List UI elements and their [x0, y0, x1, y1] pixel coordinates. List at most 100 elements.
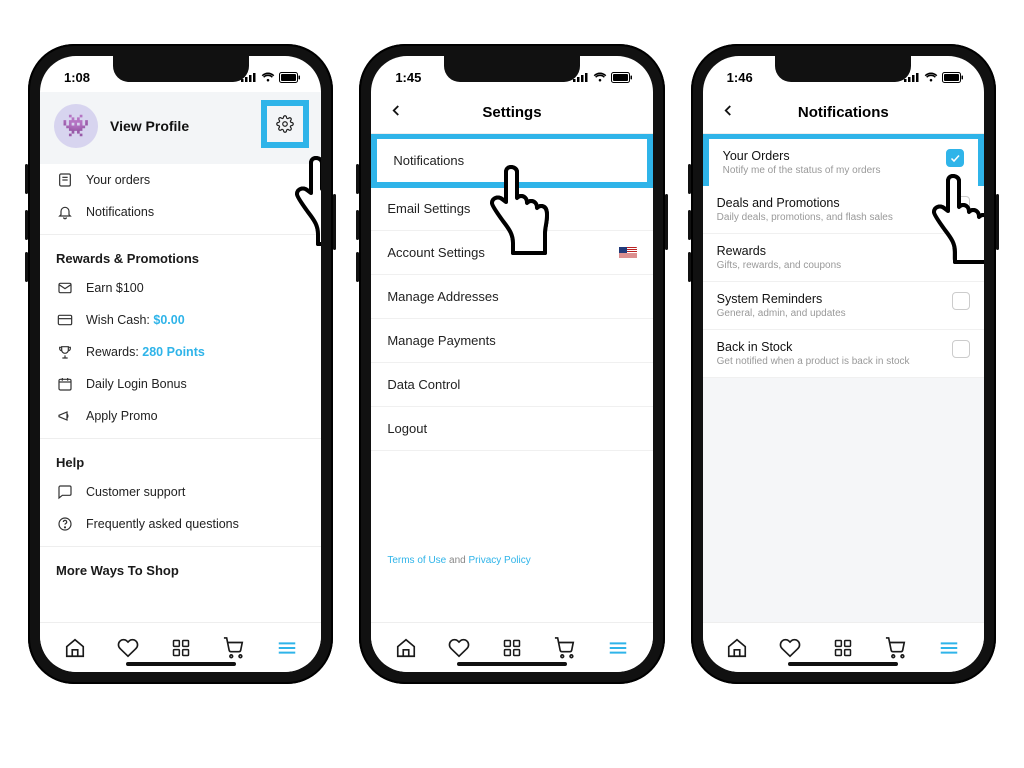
settings-row-account-settings[interactable]: Account Settings: [371, 231, 652, 275]
nav-cart-icon[interactable]: [884, 636, 908, 660]
nav-home-icon[interactable]: [725, 636, 749, 660]
menu-row[interactable]: Frequently asked questions: [40, 508, 321, 540]
section-rewards-title: Rewards & Promotions: [40, 237, 321, 272]
nav-menu-icon[interactable]: [937, 636, 961, 660]
menu-row-label: Your orders: [86, 173, 150, 187]
menu-row[interactable]: Customer support: [40, 476, 321, 508]
privacy-link[interactable]: Privacy Policy: [468, 555, 530, 566]
notch: [113, 56, 249, 82]
profile-header[interactable]: 👾 View Profile: [40, 92, 321, 164]
menu-row-label: Wish Cash: $0.00: [86, 313, 185, 327]
settings-row-logout[interactable]: Logout: [371, 407, 652, 451]
menu-row-label: Customer support: [86, 485, 185, 499]
wifi-icon: [261, 72, 275, 82]
nav-header: Settings: [371, 92, 652, 134]
nav-menu-icon[interactable]: [275, 636, 299, 660]
nav-home-icon[interactable]: [394, 636, 418, 660]
menu-row-value: 280 Points: [142, 345, 205, 359]
status-time: 1:08: [64, 70, 90, 85]
checkbox[interactable]: [952, 292, 970, 310]
back-button[interactable]: [713, 95, 743, 130]
settings-row-manage-addresses[interactable]: Manage Addresses: [371, 275, 652, 319]
notification-toggle-rewards[interactable]: Rewards Gifts, rewards, and coupons: [703, 234, 984, 282]
home-indicator: [126, 662, 236, 666]
settings-gear-highlight[interactable]: [261, 100, 309, 148]
menu-row-notifications[interactable]: Notifications: [40, 196, 321, 228]
notification-toggle-your-orders[interactable]: Your Orders Notify me of the status of my…: [703, 134, 984, 187]
settings-row-manage-payments[interactable]: Manage Payments: [371, 319, 652, 363]
avatar: 👾: [54, 104, 98, 148]
phone-screen-1: 1:08 👾 View Profile Your orders Notificat…: [40, 56, 321, 672]
notification-toggle-system-reminders[interactable]: System Reminders General, admin, and upda…: [703, 282, 984, 330]
question-icon: [56, 516, 74, 532]
notification-toggle-deals-and-promotions[interactable]: Deals and PromotionsDaily deals, promoti…: [703, 186, 984, 234]
notification-title: System Reminders: [717, 292, 942, 306]
checkbox[interactable]: [952, 244, 970, 262]
notch: [444, 56, 580, 82]
terms-link[interactable]: Terms of Use: [387, 555, 446, 566]
back-button[interactable]: [381, 95, 411, 130]
notification-subtitle: Daily deals, promotions, and flash sales: [717, 212, 942, 223]
nav-home-icon[interactable]: [63, 636, 87, 660]
checkbox[interactable]: [952, 340, 970, 358]
chevron-left-icon: [387, 101, 405, 119]
nav-grid-icon[interactable]: [831, 636, 855, 660]
settings-row-notifications[interactable]: Notifications: [371, 134, 652, 188]
menu-row[interactable]: Rewards: 280 Points: [40, 336, 321, 368]
divider: [40, 438, 321, 439]
footer-and: and: [446, 555, 468, 566]
settings-row-email-settings[interactable]: Email Settings: [371, 187, 652, 231]
settings-row-label: Manage Addresses: [387, 289, 498, 304]
phone-frame-2: 1:45 Settings NotificationsEmail Setting…: [359, 44, 664, 684]
wifi-icon: [924, 72, 938, 82]
card-icon: [56, 312, 74, 328]
nav-grid-icon[interactable]: [500, 636, 524, 660]
nav-heart-icon[interactable]: [116, 636, 140, 660]
menu-row[interactable]: Wish Cash: $0.00: [40, 304, 321, 336]
battery-icon: [611, 72, 633, 83]
home-indicator: [788, 662, 898, 666]
notch: [775, 56, 911, 82]
notification-subtitle: General, admin, and updates: [717, 308, 942, 319]
notification-title: Your Orders: [723, 149, 936, 163]
chat-icon: [56, 484, 74, 500]
nav-heart-icon[interactable]: [447, 636, 471, 660]
settings-row-data-control[interactable]: Data Control: [371, 363, 652, 407]
menu-row-label: Notifications: [86, 205, 154, 219]
nav-header: Notifications: [703, 92, 984, 134]
nav-grid-icon[interactable]: [169, 636, 193, 660]
status-time: 1:46: [727, 70, 753, 85]
checkbox[interactable]: [952, 196, 970, 214]
view-profile-label: View Profile: [110, 118, 189, 134]
menu-row[interactable]: Daily Login Bonus: [40, 368, 321, 400]
menu-row[interactable]: Earn $100: [40, 272, 321, 304]
checkbox[interactable]: [946, 149, 964, 167]
nav-cart-icon[interactable]: [553, 636, 577, 660]
menu-row-label: Rewards: 280 Points: [86, 345, 205, 359]
wifi-icon: [593, 72, 607, 82]
notification-subtitle: Notify me of the status of my orders: [723, 165, 936, 176]
notification-title: Rewards: [717, 244, 942, 258]
profile-content: 👾 View Profile Your ordersNotifications …: [40, 92, 321, 622]
phone-frame-1: 1:08 👾 View Profile Your orders Notificat…: [28, 44, 333, 684]
menu-row[interactable]: Apply Promo: [40, 400, 321, 432]
nav-cart-icon[interactable]: [222, 636, 246, 660]
notification-toggle-back-in-stock[interactable]: Back in StockGet notified when a product…: [703, 330, 984, 378]
nav-heart-icon[interactable]: [778, 636, 802, 660]
notification-subtitle: Get notified when a product is back in s…: [717, 356, 942, 367]
section-help-title: Help: [40, 441, 321, 476]
notification-subtitle: Gifts, rewards, and coupons: [717, 260, 942, 271]
phone-screen-2: 1:45 Settings NotificationsEmail Setting…: [371, 56, 652, 672]
menu-row-your-orders[interactable]: Your orders: [40, 164, 321, 196]
nav-menu-icon[interactable]: [606, 636, 630, 660]
phone-frame-3: 1:46 Notifications Your Orders Notify me …: [691, 44, 996, 684]
menu-row-label: Earn $100: [86, 281, 144, 295]
receipt-icon: [56, 172, 74, 188]
status-icons: [904, 72, 964, 83]
gear-icon: [276, 115, 294, 133]
bell-icon: [56, 204, 74, 220]
mail-icon: [56, 280, 74, 296]
settings-row-label: Email Settings: [387, 201, 470, 216]
page-title: Notifications: [798, 104, 889, 121]
divider: [40, 234, 321, 235]
